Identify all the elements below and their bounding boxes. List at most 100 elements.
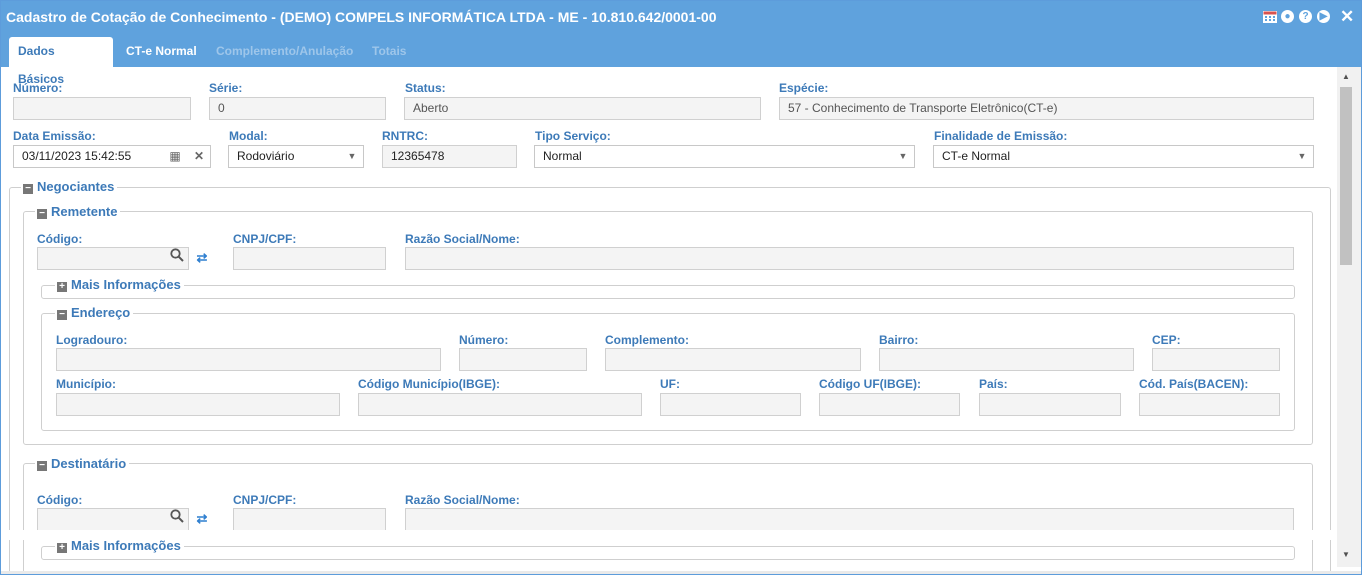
chevron-down-icon[interactable]: ▼ bbox=[892, 146, 914, 167]
rntrc-field[interactable]: 12365478 bbox=[382, 145, 517, 168]
destinatario-codigo-label: Código: bbox=[37, 493, 83, 507]
bottom-border bbox=[1, 571, 1361, 574]
tipo-servico-label: Tipo Serviço: bbox=[535, 129, 611, 143]
title-bar: Cadastro de Cotação de Conhecimento - (D… bbox=[1, 1, 1361, 33]
modal-value: Rodoviário bbox=[237, 149, 295, 163]
cod-pais-label: Cód. País(BACEN): bbox=[1139, 377, 1249, 391]
expand-icon[interactable]: + bbox=[57, 543, 67, 553]
destinatario-mais-info-fieldset bbox=[41, 546, 1295, 560]
finalidade-select[interactable]: CT-e Normal ▼ bbox=[933, 145, 1314, 168]
remetente-razao-label: Razão Social/Nome: bbox=[405, 232, 520, 246]
chevron-down-icon[interactable]: ▼ bbox=[1291, 146, 1313, 167]
remetente-legend[interactable]: − Remetente bbox=[35, 204, 121, 219]
numero-field[interactable] bbox=[13, 97, 191, 120]
remetente-cnpj-label: CNPJ/CPF: bbox=[233, 232, 297, 246]
especie-field: 57 - Conhecimento de Transporte Eletrôni… bbox=[779, 97, 1314, 120]
remetente-mais-info-fieldset bbox=[41, 285, 1295, 299]
uf-field[interactable] bbox=[660, 393, 801, 416]
rntrc-label: RNTRC: bbox=[382, 129, 428, 143]
bairro-label: Bairro: bbox=[879, 333, 919, 347]
cod-municipio-field[interactable] bbox=[358, 393, 642, 416]
destinatario-mais-info-legend[interactable]: + Mais Informações bbox=[55, 538, 184, 553]
data-emissao-field[interactable]: 03/11/2023 15:42:55 ▦ ✕ bbox=[13, 145, 211, 168]
remetente-codigo-label: Código: bbox=[37, 232, 83, 246]
window-title: Cadastro de Cotação de Conhecimento - (D… bbox=[6, 9, 717, 25]
logradouro-label: Logradouro: bbox=[56, 333, 128, 347]
window: Cadastro de Cotação de Conhecimento - (D… bbox=[0, 0, 1362, 575]
collapse-icon[interactable]: − bbox=[23, 184, 33, 194]
logradouro-field[interactable] bbox=[56, 348, 441, 371]
scrollbar-thumb[interactable] bbox=[1340, 87, 1352, 265]
calendar-icon[interactable] bbox=[1263, 10, 1277, 23]
uf-label: UF: bbox=[660, 377, 680, 391]
finalidade-value: CT-e Normal bbox=[942, 149, 1011, 163]
cep-label: CEP: bbox=[1152, 333, 1181, 347]
close-icon[interactable]: ✕ bbox=[1340, 7, 1354, 27]
cod-uf-field[interactable] bbox=[819, 393, 960, 416]
tab-bar: Dados Básicos CT-e Normal Complemento/An… bbox=[1, 33, 1361, 86]
collapse-icon[interactable]: − bbox=[37, 209, 47, 219]
form-content: Número: Série: 0 Status: Aberto Espécie:… bbox=[1, 67, 1336, 571]
endereco-legend[interactable]: − Endereço bbox=[55, 305, 134, 320]
tipo-servico-value: Normal bbox=[543, 149, 582, 163]
vertical-scrollbar[interactable]: ▲ ▼ bbox=[1337, 67, 1361, 567]
status-field: Aberto bbox=[404, 97, 761, 120]
tab-cte-normal[interactable]: CT-e Normal bbox=[117, 37, 206, 67]
remetente-title: Remetente bbox=[51, 204, 118, 219]
tab-totais: Totais bbox=[372, 44, 407, 58]
destinatario-cnpj-field[interactable] bbox=[233, 508, 386, 531]
cep-field[interactable] bbox=[1152, 348, 1280, 371]
scroll-up-icon[interactable]: ▲ bbox=[1340, 71, 1352, 83]
complemento-label: Complemento: bbox=[605, 333, 689, 347]
data-emissao-value: 03/11/2023 15:42:55 bbox=[22, 149, 132, 163]
tab-complemento-anulacao: Complemento/Anulação bbox=[216, 44, 354, 58]
modal-select[interactable]: Rodoviário ▼ bbox=[228, 145, 364, 168]
numero-label: Número: bbox=[13, 81, 63, 95]
remetente-razao-field[interactable] bbox=[405, 247, 1294, 270]
help-icon[interactable]: ? bbox=[1299, 10, 1312, 23]
mais-info-title: Mais Informações bbox=[71, 277, 181, 292]
end-numero-field[interactable] bbox=[459, 348, 587, 371]
circle-icon[interactable]: ● bbox=[1281, 10, 1294, 23]
remetente-mais-info-legend[interactable]: + Mais Informações bbox=[55, 277, 184, 292]
destinatario-title: Destinatário bbox=[51, 456, 127, 471]
cod-municipio-label: Código Município(IBGE): bbox=[358, 377, 500, 391]
cod-uf-label: Código UF(IBGE): bbox=[819, 377, 921, 391]
pais-label: País: bbox=[979, 377, 1008, 391]
scroll-down-icon[interactable]: ▼ bbox=[1340, 549, 1352, 561]
overlap-mask bbox=[1, 530, 1336, 540]
pais-field[interactable] bbox=[979, 393, 1121, 416]
destinatario-legend[interactable]: − Destinatário bbox=[35, 456, 130, 471]
refresh-icon[interactable]: ⇄ bbox=[192, 508, 212, 531]
refresh-icon[interactable]: ⇄ bbox=[192, 247, 212, 270]
play-icon[interactable]: ▶ bbox=[1317, 10, 1330, 23]
tipo-servico-select[interactable]: Normal ▼ bbox=[534, 145, 915, 168]
destinatario-razao-label: Razão Social/Nome: bbox=[405, 493, 520, 507]
serie-label: Série: bbox=[209, 81, 243, 95]
serie-field[interactable]: 0 bbox=[209, 97, 386, 120]
expand-icon[interactable]: + bbox=[57, 282, 67, 292]
data-emissao-label: Data Emissão: bbox=[13, 129, 96, 143]
remetente-cnpj-field[interactable] bbox=[233, 247, 386, 270]
municipio-label: Município: bbox=[56, 377, 116, 391]
collapse-icon[interactable]: − bbox=[37, 461, 47, 471]
search-icon[interactable] bbox=[167, 247, 187, 270]
destinatario-razao-field[interactable] bbox=[405, 508, 1294, 531]
bairro-field[interactable] bbox=[879, 348, 1134, 371]
municipio-field[interactable] bbox=[56, 393, 340, 416]
clear-icon[interactable]: ✕ bbox=[188, 146, 210, 167]
cod-pais-field[interactable] bbox=[1139, 393, 1280, 416]
tab-dados-basicos[interactable]: Dados Básicos bbox=[9, 37, 113, 86]
complemento-field[interactable] bbox=[605, 348, 861, 371]
especie-label: Espécie: bbox=[779, 81, 829, 95]
calendar-picker-icon[interactable]: ▦ bbox=[164, 146, 186, 167]
search-icon[interactable] bbox=[167, 508, 187, 531]
collapse-icon[interactable]: − bbox=[57, 310, 67, 320]
finalidade-label: Finalidade de Emissão: bbox=[934, 129, 1068, 143]
destinatario-cnpj-label: CNPJ/CPF: bbox=[233, 493, 297, 507]
endereco-title: Endereço bbox=[71, 305, 131, 320]
end-numero-label: Número: bbox=[459, 333, 509, 347]
mais-info-title: Mais Informações bbox=[71, 538, 181, 553]
chevron-down-icon[interactable]: ▼ bbox=[341, 146, 363, 167]
negociantes-legend[interactable]: − Negociantes bbox=[21, 179, 118, 194]
